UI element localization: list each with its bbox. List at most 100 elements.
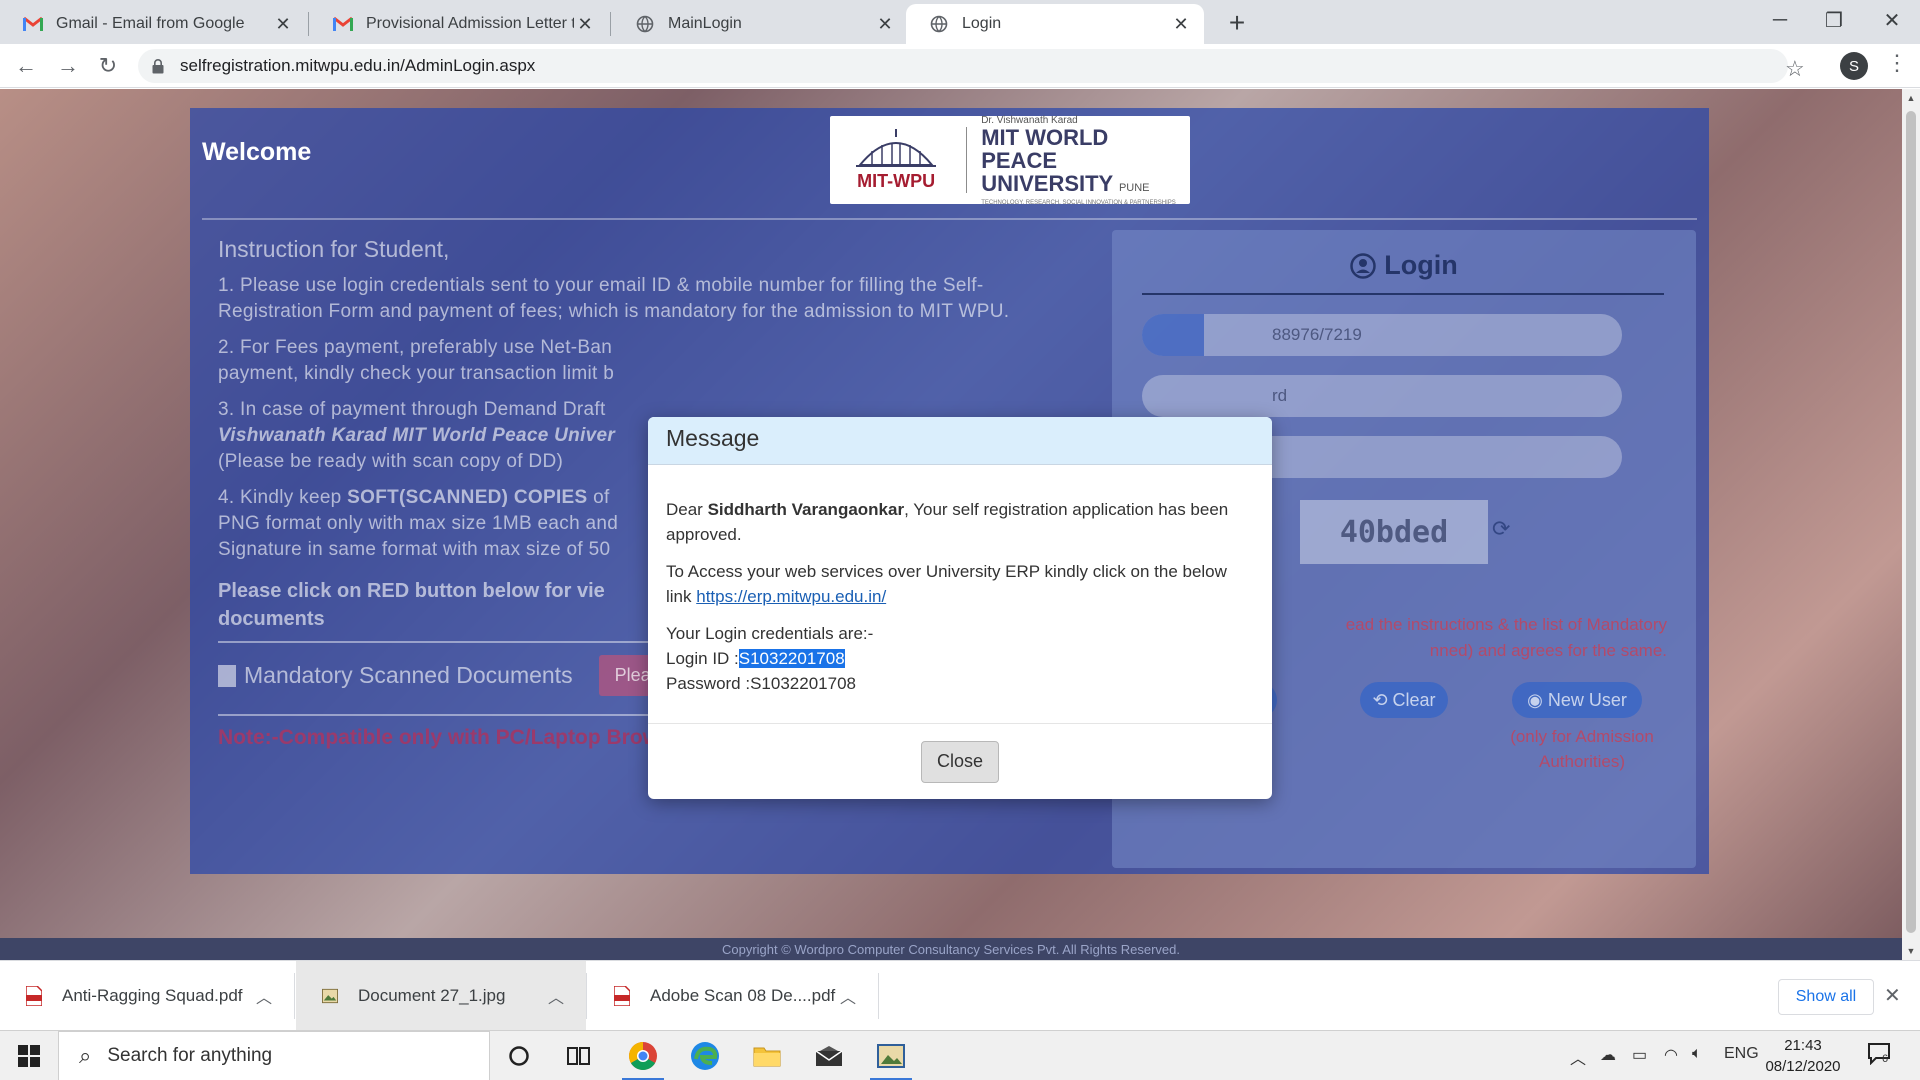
chevron-up-icon[interactable]: ︿ — [840, 984, 856, 1008]
menu-kebab-icon[interactable]: ⋮ — [1886, 50, 1908, 76]
tab-login[interactable]: Login ✕ — [906, 4, 1204, 44]
show-hidden-icons-chevron-icon[interactable]: ︿ — [1570, 1045, 1586, 1069]
user-icon — [1142, 314, 1204, 356]
close-tab-icon[interactable]: ✕ — [874, 13, 896, 35]
battery-icon[interactable]: ▭ — [1632, 1045, 1647, 1065]
new-user-button[interactable]: ◉ New User — [1512, 682, 1642, 718]
restore-button[interactable]: ❐ — [1806, 0, 1862, 40]
university-logo: MIT-WPU Dr. Vishwanath Karad MIT WORLD P… — [830, 114, 1190, 206]
chrome-taskbar-icon[interactable] — [616, 1031, 670, 1080]
copyright-footer: Copyright © Wordpro Computer Consultancy… — [0, 938, 1902, 960]
tab-admission-letter[interactable]: Provisional Admission Letter to B ✕ — [310, 4, 608, 44]
language-indicator[interactable]: ENG — [1724, 1045, 1759, 1063]
close-tab-icon[interactable]: ✕ — [272, 13, 294, 35]
onedrive-icon[interactable]: ☁ — [1600, 1045, 1616, 1065]
logo-line2-suffix: PUNE — [1118, 181, 1150, 194]
refresh-captcha-icon[interactable]: ⟳ — [1492, 516, 1510, 542]
tab-bar: Gmail - Email from Google ✕ Provisional … — [0, 0, 1920, 44]
search-icon: ⌕ — [79, 1043, 92, 1068]
chevron-up-icon[interactable]: ︿ — [548, 984, 564, 1008]
edge-taskbar-icon[interactable] — [678, 1031, 732, 1080]
student-name: Siddharth Varangaonkar — [707, 500, 905, 519]
mandatory-documents-label: Mandatory Scanned Documents — [244, 662, 573, 688]
gmail-icon — [332, 13, 354, 35]
address-bar: ← → ↻ selfregistration.mitwpu.edu.in/Adm… — [0, 44, 1920, 88]
windows-logo-icon — [18, 1045, 40, 1067]
minimize-button[interactable]: ─ — [1752, 0, 1808, 40]
dialog-title: Message — [648, 417, 1272, 465]
dome-icon — [856, 128, 937, 167]
credentials-block: Your Login credentials are:- Login ID :S… — [666, 621, 1254, 696]
new-user-note: (only for Admission Authorities) — [1510, 727, 1654, 771]
download-filename: Document 27_1.jpg — [358, 986, 506, 1005]
lock-icon[interactable] — [150, 57, 166, 75]
cortana-icon[interactable] — [492, 1031, 546, 1080]
bookmark-star-icon[interactable]: ☆ — [1785, 56, 1805, 82]
scrollbar-thumb[interactable] — [1906, 111, 1916, 933]
tab-mainlogin[interactable]: MainLogin ✕ — [612, 4, 908, 44]
credentials-heading: Your Login credentials are:- — [666, 624, 874, 643]
chevron-up-icon[interactable]: ︿ — [256, 984, 272, 1008]
scroll-down-arrow-icon[interactable]: ▼ — [1902, 942, 1920, 960]
tab-gmail[interactable]: Gmail - Email from Google ✕ — [0, 4, 306, 44]
download-item[interactable]: Anti-Ragging Squad.pdf ︿ — [0, 961, 294, 1031]
close-window-button[interactable]: ✕ — [1864, 0, 1920, 40]
logo-short-text: MIT-WPU — [857, 170, 936, 191]
close-tab-icon[interactable]: ✕ — [574, 13, 596, 35]
page-scrollbar[interactable]: ▲ ▼ — [1902, 89, 1920, 960]
user-circle-icon — [1350, 252, 1376, 279]
pdf-icon — [26, 986, 42, 1006]
task-view-icon[interactable] — [552, 1031, 606, 1080]
volume-icon[interactable]: 🔈︎ — [1692, 1045, 1702, 1063]
windows-taskbar: ⌕ Search for anything ︿ ☁ ▭ ◠ 🔈︎ ENG 21:… — [0, 1030, 1920, 1080]
clock-time: 21:43 — [1784, 1037, 1822, 1054]
reload-button[interactable]: ↻ — [92, 50, 124, 82]
close-tab-icon[interactable]: ✕ — [1170, 13, 1192, 35]
close-dialog-button[interactable]: Close — [921, 740, 999, 783]
dialog-body: Dear Siddharth Varangaonkar, Your self r… — [648, 465, 1272, 696]
download-filename: Adobe Scan 08 De....pdf — [650, 986, 836, 1005]
wifi-icon[interactable]: ◠ — [1664, 1045, 1678, 1065]
logo-founder: Dr. Vishwanath Karad — [981, 114, 1078, 126]
new-tab-button[interactable]: + — [1220, 6, 1254, 40]
url-text: selfregistration.mitwpu.edu.in/AdminLogi… — [180, 56, 536, 75]
url-field[interactable]: selfregistration.mitwpu.edu.in/AdminLogi… — [138, 49, 1788, 83]
mail-taskbar-icon[interactable] — [802, 1031, 856, 1080]
search-placeholder: Search for anything — [107, 1045, 273, 1066]
show-all-downloads-button[interactable]: Show all — [1778, 979, 1874, 1015]
download-item[interactable]: Document 27_1.jpg ︿ — [296, 961, 586, 1031]
file-explorer-icon[interactable] — [740, 1031, 794, 1080]
logo-line2: UNIVERSITY — [981, 170, 1113, 196]
profile-avatar[interactable]: S — [1840, 52, 1868, 80]
clock-date: 08/12/2020 — [1765, 1058, 1841, 1075]
close-downloads-icon[interactable]: ✕ — [1884, 983, 1901, 1008]
clear-button[interactable]: ⟲ Clear — [1360, 682, 1448, 718]
instructions-heading: Instruction for Student, — [218, 236, 450, 262]
welcome-heading: Welcome — [202, 138, 312, 166]
image-file-icon — [322, 986, 338, 1006]
tab-title: Provisional Admission Letter to B — [366, 15, 574, 32]
scroll-up-arrow-icon[interactable]: ▲ — [1902, 89, 1920, 107]
erp-link[interactable]: https://erp.mitwpu.edu.in/ — [696, 587, 886, 606]
username-input[interactable]: 88976/7219 — [1142, 314, 1622, 356]
erp-access-message: To Access your web services over Univers… — [666, 562, 1227, 606]
windows-start-button[interactable] — [0, 1031, 58, 1080]
globe-icon — [634, 13, 656, 35]
notification-center-icon[interactable]: 6 — [1868, 1043, 1892, 1070]
login-id-value[interactable]: S1032201708 — [738, 649, 845, 668]
download-item[interactable]: Adobe Scan 08 De....pdf ︿ — [588, 961, 878, 1031]
password-value[interactable]: S1032201708 — [750, 674, 856, 693]
pdf-icon — [614, 986, 630, 1006]
captcha-image: 40bded — [1300, 500, 1488, 564]
password-input[interactable]: rd — [1142, 375, 1622, 417]
login-title: Login — [1112, 250, 1696, 281]
notification-count: 6 — [1882, 1053, 1889, 1065]
download-filename: Anti-Ragging Squad.pdf — [62, 986, 243, 1005]
taskbar-search-box[interactable]: ⌕ Search for anything — [58, 1031, 490, 1080]
back-button[interactable]: ← — [10, 50, 42, 82]
photos-taskbar-icon[interactable] — [864, 1031, 918, 1080]
forward-button[interactable]: → — [52, 50, 84, 82]
taskbar-clock[interactable]: 21:43 08/12/2020 — [1758, 1035, 1848, 1077]
downloads-bar: Anti-Ragging Squad.pdf ︿ Document 27_1.j… — [0, 960, 1920, 1031]
login-id-row: Login ID :S1032201708 — [666, 649, 845, 668]
